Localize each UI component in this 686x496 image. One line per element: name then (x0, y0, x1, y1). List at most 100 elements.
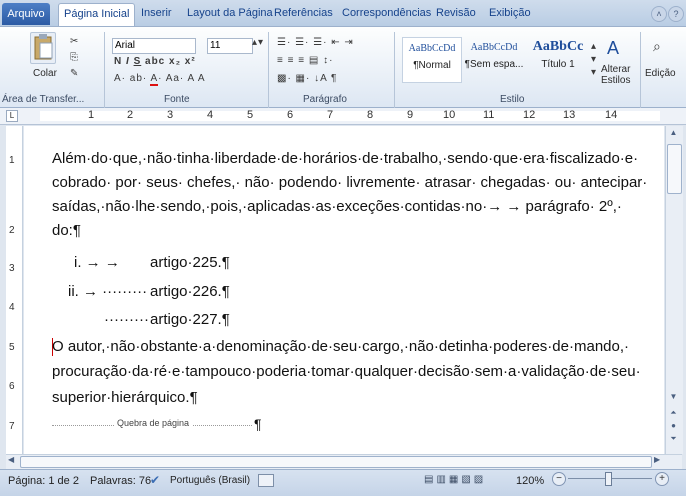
ruler-number: 1 (9, 155, 15, 166)
paragraph-line: procuração·da·ré·e·tampouco·poderia·toma… (52, 363, 641, 380)
tab-layout-da-pagina[interactable]: Layout da Página (187, 7, 273, 19)
ruler-number: 12 (523, 109, 536, 121)
copy-icon[interactable]: ⎘ (70, 52, 79, 63)
pilcrow-mark: ¶ (254, 416, 262, 432)
page-count[interactable]: Página: 1 de 2 (8, 475, 79, 487)
paragraph-line: cobrado· por· seus· chefes,· não· podend… (52, 174, 648, 191)
list-marker: ii. → ········· (68, 283, 148, 300)
ruler-number: 14 (605, 109, 618, 121)
paste-button[interactable]: Colar (33, 68, 57, 79)
style-name: ¶Normal (413, 60, 451, 71)
paragraph-group-label: Parágrafo (303, 94, 347, 105)
separator (104, 32, 105, 108)
paragraph-line: superior·hierárquico.¶ (52, 389, 198, 406)
paragraph-line: do:¶ (52, 222, 81, 239)
style-normal[interactable]: AaBbCcDd ¶Normal (402, 37, 462, 83)
view-mode-icons[interactable]: ▤▥▦▧▨ (424, 474, 486, 485)
scroll-down-icon[interactable]: ▼ (668, 392, 679, 402)
scroll-up-icon[interactable]: ▲ (668, 128, 679, 138)
list-marker: i. → → (74, 254, 120, 271)
grow-shrink-font-icon[interactable]: ▴▾ (252, 37, 264, 48)
page-break-label: Quebra de página (114, 418, 193, 428)
ruler-number: 2 (9, 225, 15, 236)
tab-selector-icon[interactable]: L (6, 110, 18, 122)
help-icon[interactable]: ? (668, 6, 684, 22)
spellcheck-icon[interactable]: ✔ (150, 473, 160, 487)
format-painter-icon[interactable]: ✎ (70, 68, 79, 79)
ruler-number: 2 (127, 109, 134, 121)
shading-border-sort-icons[interactable]: ▩· ▦· ↓A ¶ (277, 73, 337, 84)
zoom-slider-thumb[interactable] (605, 472, 612, 486)
style-name: ¶Sem espa... (464, 59, 524, 70)
tab-correspondencias[interactable]: Correspondências (342, 7, 431, 19)
separator (640, 32, 641, 108)
style-sem-espacamento[interactable]: AaBbCcDd ¶Sem espa... (463, 37, 525, 81)
macro-record-icon[interactable] (258, 474, 274, 487)
scroll-right-icon[interactable]: ▶ (654, 455, 660, 464)
list-marker: ········· (104, 311, 149, 328)
scroll-left-icon[interactable]: ◀ (8, 455, 14, 464)
tab-referencias[interactable]: Referências (274, 7, 333, 19)
word-count[interactable]: Palavras: 76 (90, 475, 151, 487)
style-sample-text: AaBbCc (532, 39, 584, 54)
styles-scroll-icon[interactable]: ▴ ▾ ▾ (591, 40, 597, 79)
next-page-icon[interactable]: ⏷ (668, 434, 679, 444)
ruler-number: 8 (367, 109, 374, 121)
ruler-number: 4 (9, 302, 15, 313)
paste-icon[interactable] (30, 32, 56, 64)
ruler-number: 11 (483, 109, 495, 121)
style-titulo-1[interactable]: AaBbCc Título 1 (528, 37, 588, 81)
ruler-number: 7 (9, 421, 15, 432)
separator (268, 32, 269, 108)
ruler-number: 13 (563, 109, 576, 121)
browse-object-icon[interactable]: ● (668, 421, 679, 431)
editing-icon[interactable]: ⌕ (653, 38, 662, 55)
tab-exibicao[interactable]: Exibição (489, 7, 531, 19)
bold-italic-underline-icons[interactable]: N I S abc x₂ x² (114, 56, 196, 67)
font-name-input[interactable]: Arial (112, 38, 196, 54)
ruler-number: 3 (9, 263, 15, 274)
zoom-in-icon[interactable]: + (655, 472, 669, 486)
vertical-scroll-thumb[interactable] (667, 144, 682, 194)
ruler-number: 5 (9, 342, 15, 353)
editing-button[interactable]: Edição (645, 68, 676, 79)
minimize-ribbon-icon[interactable]: ˄ (651, 6, 667, 22)
font-size-input[interactable]: 11 (207, 38, 253, 54)
ruler-number: 4 (207, 109, 214, 121)
list-buttons-icons[interactable]: ☰· ☰· ☰· ⇤ ⇥ (277, 37, 354, 48)
paragraph-line: saídas,·não·lhe·sendo,·pois,·aplicadas·a… (52, 198, 622, 215)
ruler-number: 7 (327, 109, 334, 121)
tab-arquivo[interactable]: Arquivo (2, 3, 50, 25)
style-sample-text: AaBbCcDd (408, 43, 456, 54)
vertical-ruler (6, 126, 23, 454)
ruler-number: 3 (167, 109, 174, 121)
paragraph-line: O autor,·não·obstante·a·denominação·de·s… (52, 338, 630, 355)
ruler-number: 5 (247, 109, 254, 121)
ruler-number: 6 (287, 109, 294, 121)
text-effects-highlight-color-icons[interactable]: A· ab· A· Aa· A A (114, 73, 206, 86)
horizontal-scroll-thumb[interactable] (20, 456, 652, 468)
clipboard-group-label: Área de Transfer... (2, 94, 85, 105)
style-sample-text: AaBbCcDd (470, 42, 518, 53)
list-item: artigo·225.¶ (150, 254, 230, 271)
zoom-out-icon[interactable]: − (552, 472, 566, 486)
style-name: Título 1 (541, 59, 575, 70)
tab-inserir[interactable]: Inserir (141, 7, 172, 19)
tab-pagina-inicial[interactable]: Página Inicial (58, 3, 136, 26)
paragraph-line: Além·do·que,·não·tinha·liberdade·de·horá… (52, 150, 639, 167)
ruler-number: 10 (443, 109, 456, 121)
cut-icon[interactable]: ✂ (70, 36, 79, 47)
alignment-buttons-icons[interactable]: ≡ ≡ ≡ ▤ ↕· (277, 55, 333, 66)
zoom-level[interactable]: 120% (516, 475, 544, 487)
list-item: artigo·227.¶ (150, 311, 230, 328)
styles-group-label: Estilo (500, 94, 525, 105)
font-group-label: Fonte (164, 94, 190, 105)
ruler-number: 1 (88, 109, 95, 121)
language-indicator[interactable]: Português (Brasil) (170, 475, 250, 486)
list-item: artigo·226.¶ (150, 283, 230, 300)
change-styles-icon[interactable]: A (607, 38, 620, 59)
ruler-number: 6 (9, 381, 15, 392)
previous-page-icon[interactable]: ⏶ (668, 408, 679, 418)
tab-revisao[interactable]: Revisão (436, 7, 476, 19)
change-styles-button[interactable]: Alterar Estilos (601, 64, 645, 86)
